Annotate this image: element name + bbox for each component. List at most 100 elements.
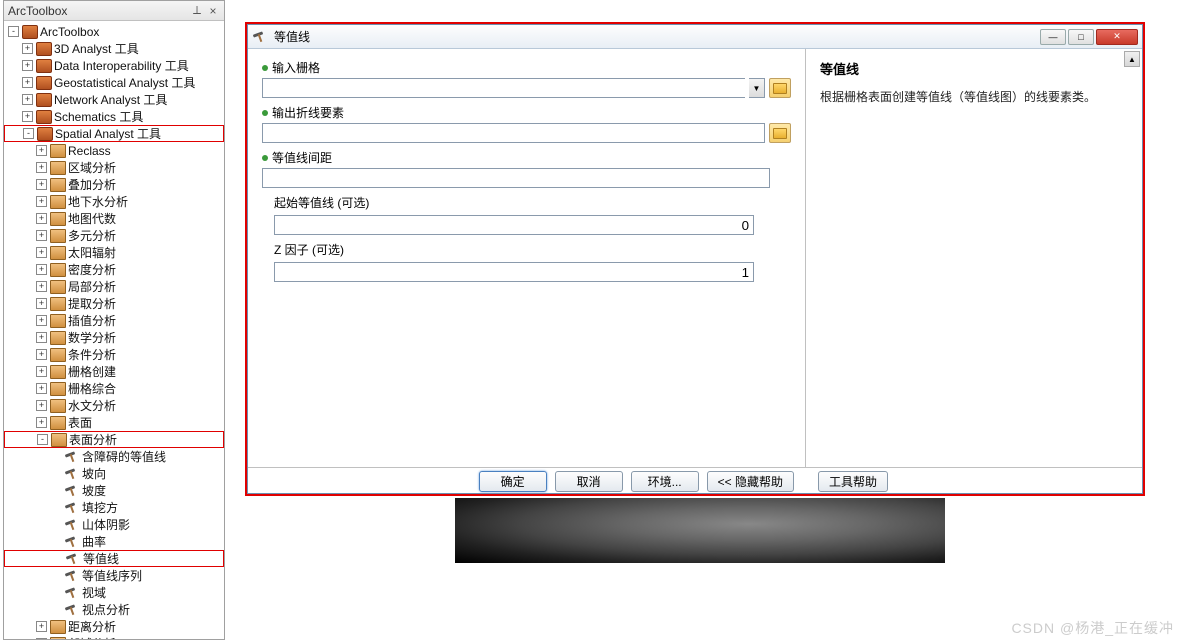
expand-icon[interactable]: + [36, 621, 47, 632]
toolset-9[interactable]: + 提取分析 [4, 295, 224, 312]
toolbox-0[interactable]: +3D Analyst 工具 [4, 40, 224, 57]
input-raster-dropdown[interactable]: ▼ [749, 78, 765, 98]
tool-help-button[interactable]: 工具帮助 [818, 471, 888, 492]
toolset-6[interactable]: +太阳辐射 [4, 244, 224, 261]
toolset-icon [50, 297, 66, 311]
expand-icon[interactable]: + [36, 230, 47, 241]
toolbox-tree[interactable]: - ArcToolbox+3D Analyst 工具+Data Interoper… [4, 21, 224, 639]
tool-3[interactable]: 填挖方 [4, 499, 224, 516]
maximize-button[interactable]: □ [1068, 29, 1094, 45]
toolset-b-0[interactable]: +距离分析 [4, 618, 224, 635]
toolset-3[interactable]: +地下水分析 [4, 193, 224, 210]
toolbox-2[interactable]: +Geostatistical Analyst 工具 [4, 74, 224, 91]
tree-label: 栅格综合 [68, 380, 116, 397]
toolset-15[interactable]: +水文分析 [4, 397, 224, 414]
input-raster-field[interactable] [262, 78, 745, 98]
toolset-surface-analysis[interactable]: -表面分析 [4, 431, 224, 448]
cancel-button[interactable]: 取消 [555, 471, 623, 492]
tree-label: ArcToolbox [40, 25, 99, 39]
tool-9[interactable]: 视点分析 [4, 601, 224, 618]
toolset-5[interactable]: +多元分析 [4, 227, 224, 244]
expand-icon[interactable]: + [36, 179, 47, 190]
base-contour-field[interactable] [274, 215, 754, 235]
toolbox-5[interactable]: -Spatial Analyst 工具 [4, 125, 224, 142]
scroll-up-icon[interactable]: ▲ [1124, 51, 1140, 67]
tool-8[interactable]: 视域 [4, 584, 224, 601]
expand-icon[interactable]: + [36, 400, 47, 411]
expand-icon[interactable]: + [36, 264, 47, 275]
toolset-icon [50, 620, 66, 634]
zfactor-field[interactable] [274, 262, 754, 282]
tool-5[interactable]: 曲率 [4, 533, 224, 550]
expand-icon[interactable]: + [36, 145, 47, 156]
tool-1[interactable]: 坡向 [4, 465, 224, 482]
expand-icon[interactable]: + [36, 638, 47, 639]
toolbox-1[interactable]: +Data Interoperability 工具 [4, 57, 224, 74]
expand-icon[interactable]: + [36, 298, 47, 309]
dialog-title: 等值线 [274, 28, 310, 45]
expand-icon[interactable]: + [36, 196, 47, 207]
expand-icon[interactable]: + [36, 213, 47, 224]
toolbox-3[interactable]: +Network Analyst 工具 [4, 91, 224, 108]
environments-button[interactable]: 环境... [631, 471, 699, 492]
minimize-button[interactable]: — [1040, 29, 1066, 45]
expand-icon[interactable]: + [36, 332, 47, 343]
toolset-14[interactable]: + 栅格综合 [4, 380, 224, 397]
input-raster-browse[interactable] [769, 78, 791, 98]
tree-label: 提取分析 [68, 295, 116, 312]
interval-field[interactable] [262, 168, 770, 188]
toolset-4[interactable]: +地图代数 [4, 210, 224, 227]
expand-icon[interactable]: + [36, 281, 47, 292]
tool-4[interactable]: 山体阴影 [4, 516, 224, 533]
expand-icon[interactable]: + [36, 162, 47, 173]
expand-icon[interactable]: + [36, 417, 47, 428]
tool-6[interactable]: 等值线 [4, 550, 224, 567]
collapse-icon[interactable]: - [8, 26, 19, 37]
tree-label: 坡度 [82, 482, 106, 499]
toolset-13[interactable]: +栅格创建 [4, 363, 224, 380]
hammer-icon [252, 30, 268, 44]
hide-help-button[interactable]: << 隐藏帮助 [707, 471, 794, 492]
toolset-b-1[interactable]: +邻域分析 [4, 635, 224, 639]
toolset-16[interactable]: +表面 [4, 414, 224, 431]
spacer [50, 451, 61, 462]
toolset-icon [50, 348, 66, 362]
expand-icon[interactable]: + [22, 43, 33, 54]
toolset-0[interactable]: +Reclass [4, 142, 224, 159]
tree-label: 密度分析 [68, 261, 116, 278]
expand-icon[interactable]: + [22, 111, 33, 122]
output-fc-browse[interactable] [769, 123, 791, 143]
expand-icon[interactable]: + [22, 94, 33, 105]
collapse-icon[interactable]: - [37, 434, 48, 445]
expand-icon[interactable]: + [36, 383, 47, 394]
tree-root[interactable]: - ArcToolbox [4, 23, 224, 40]
panel-close-icon[interactable]: × [206, 4, 220, 18]
expand-icon[interactable]: + [36, 247, 47, 258]
contour-dialog: 等值线 — □ ✕ 输入栅格 ▼ 输出折线要素 [247, 24, 1143, 494]
raster-preview [455, 498, 945, 563]
tool-0[interactable]: 含障碍的等值线 [4, 448, 224, 465]
toolset-10[interactable]: +插值分析 [4, 312, 224, 329]
output-fc-field[interactable] [262, 123, 765, 143]
close-button[interactable]: ✕ [1096, 29, 1138, 45]
tool-2[interactable]: 坡度 [4, 482, 224, 499]
expand-icon[interactable]: + [22, 77, 33, 88]
toolset-8[interactable]: +局部分析 [4, 278, 224, 295]
toolset-2[interactable]: +叠加分析 [4, 176, 224, 193]
expand-icon[interactable]: + [22, 60, 33, 71]
collapse-icon[interactable]: - [23, 128, 34, 139]
pin-icon[interactable]: ⟂ [190, 4, 204, 18]
dialog-titlebar[interactable]: 等值线 — □ ✕ [248, 25, 1142, 49]
toolset-7[interactable]: + 密度分析 [4, 261, 224, 278]
expand-icon[interactable]: + [36, 349, 47, 360]
ok-button[interactable]: 确定 [479, 471, 547, 492]
toolset-12[interactable]: +条件分析 [4, 346, 224, 363]
expand-icon[interactable]: + [36, 366, 47, 377]
tree-label: 坡向 [82, 465, 106, 482]
toolset-1[interactable]: +区域分析 [4, 159, 224, 176]
toolset-icon [50, 195, 66, 209]
toolset-11[interactable]: +数学分析 [4, 329, 224, 346]
expand-icon[interactable]: + [36, 315, 47, 326]
toolbox-4[interactable]: +Schematics 工具 [4, 108, 224, 125]
tool-7[interactable]: 等值线序列 [4, 567, 224, 584]
